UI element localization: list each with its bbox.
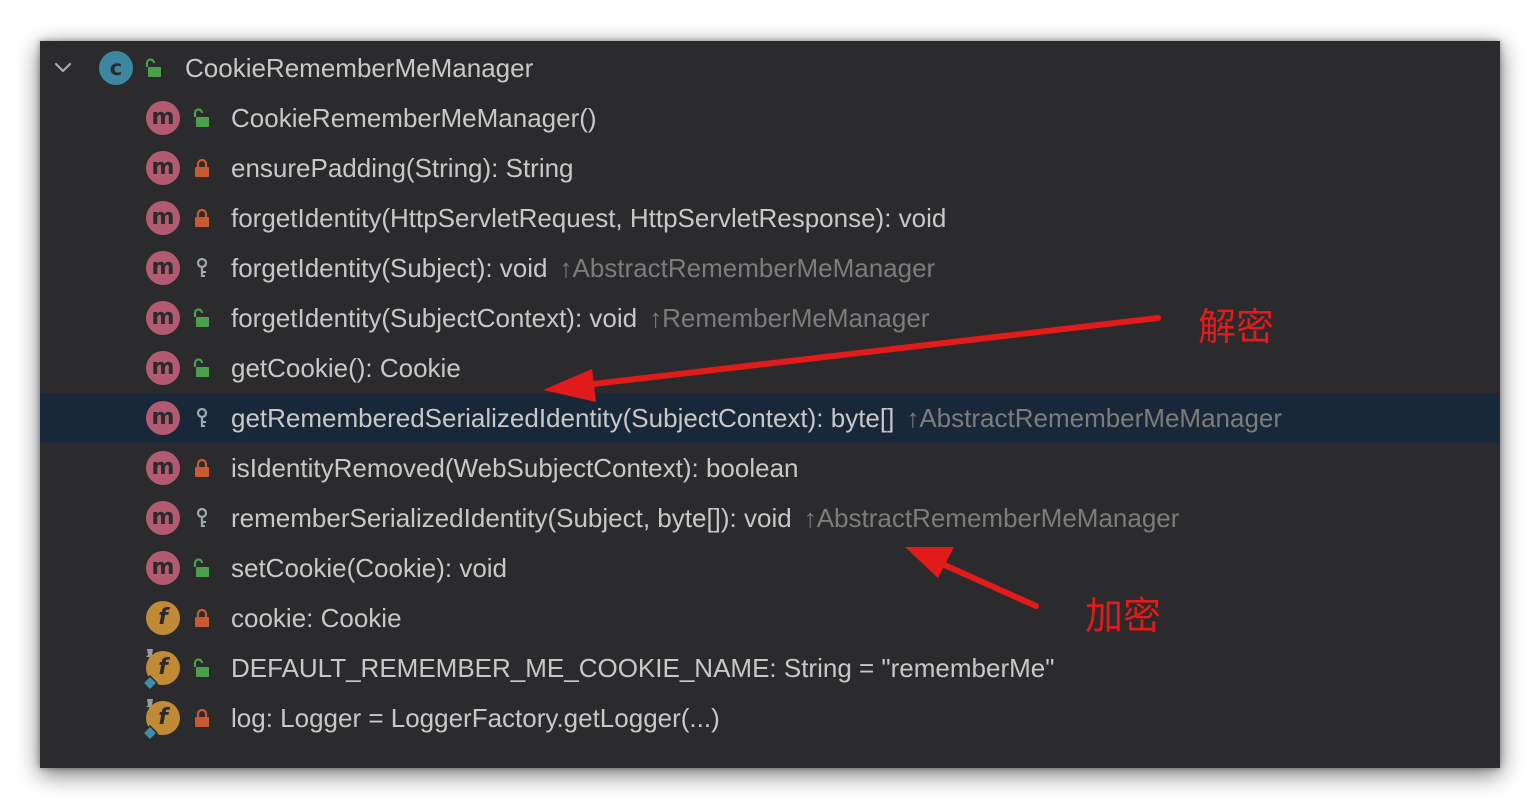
method-icon: m	[146, 201, 180, 235]
static-marker-icon	[142, 675, 158, 691]
inherited-from: ↑AbstractRememberMeManager	[559, 253, 936, 283]
method-signature: isIdentityRemoved(WebSubjectContext): bo…	[231, 443, 799, 493]
locked-padlock-icon	[195, 608, 209, 627]
method-icon: m	[146, 551, 180, 585]
unlocked-padlock-icon	[193, 358, 209, 377]
signature-text: forgetIdentity(SubjectContext): void	[231, 303, 638, 333]
field-signature: log: Logger = LoggerFactory.getLogger(..…	[231, 693, 720, 743]
signature-text: log: Logger = LoggerFactory.getLogger(..…	[231, 703, 720, 733]
locked-padlock-icon	[195, 458, 209, 477]
field-signature: cookie: Cookie	[231, 593, 402, 643]
inherited-from: ↑AbstractRememberMeManager	[803, 503, 1180, 533]
signature-text: ensurePadding(String): String	[231, 153, 574, 183]
structure-panel: c CookieRememberMeManager m CookieRemembe…	[40, 41, 1500, 768]
tree-node-method[interactable]: m getCookie(): Cookie	[40, 343, 1500, 393]
unlocked-padlock-icon	[193, 558, 209, 577]
tree-node-class[interactable]: c CookieRememberMeManager	[40, 43, 1500, 93]
tree-node-method[interactable]: m getRememberedSerializedIdentity(Subject…	[40, 393, 1500, 443]
method-icon: m	[146, 401, 180, 435]
tree-node-method[interactable]: m setCookie(Cookie): void	[40, 543, 1500, 593]
signature-text: isIdentityRemoved(WebSubjectContext): bo…	[231, 453, 799, 483]
class-name: CookieRememberMeManager	[185, 53, 534, 83]
method-signature: getCookie(): Cookie	[231, 343, 461, 393]
tree-node-method[interactable]: m rememberSerializedIdentity(Subject, byt…	[40, 493, 1500, 543]
method-icon: m	[146, 501, 180, 535]
locked-padlock-icon	[195, 158, 209, 177]
chevron-down-icon[interactable]	[52, 57, 74, 79]
tree-node-method[interactable]: m isIdentityRemoved(WebSubjectContext): b…	[40, 443, 1500, 493]
method-signature: forgetIdentity(SubjectContext): void ↑Rem…	[231, 293, 929, 343]
unlocked-padlock-icon	[145, 58, 161, 77]
field-icon: f	[146, 601, 180, 635]
method-signature: getRememberedSerializedIdentity(SubjectC…	[231, 393, 1282, 443]
tree-node-method[interactable]: m forgetIdentity(Subject): void ↑AbstractR…	[40, 243, 1500, 293]
signature-text: getRememberedSerializedIdentity(SubjectC…	[231, 403, 895, 433]
class-icon: c	[99, 51, 133, 85]
tree-node-method[interactable]: m ensurePadding(String): String	[40, 143, 1500, 193]
unlocked-padlock-icon	[193, 108, 209, 127]
locked-padlock-icon	[195, 208, 209, 227]
method-signature: forgetIdentity(Subject): void ↑AbstractRe…	[231, 243, 935, 293]
decrypt-annotation: 解密	[1198, 305, 1275, 349]
signature-text: rememberSerializedIdentity(Subject, byte…	[231, 503, 792, 533]
method-icon: m	[146, 151, 180, 185]
encrypt-annotation: 加密	[1085, 594, 1162, 638]
tree-node-field[interactable]: f log: Logger = LoggerFactory.getLogger(.…	[40, 693, 1500, 743]
static-marker-icon	[142, 725, 158, 741]
signature-text: forgetIdentity(HttpServletRequest, HttpS…	[231, 203, 947, 233]
method-icon: m	[146, 351, 180, 385]
method-signature: setCookie(Cookie): void	[231, 543, 507, 593]
method-signature: rememberSerializedIdentity(Subject, byte…	[231, 493, 1179, 543]
locked-padlock-icon	[195, 708, 209, 727]
signature-text: forgetIdentity(Subject): void	[231, 253, 548, 283]
signature-text: cookie: Cookie	[231, 603, 402, 633]
method-signature: CookieRememberMeManager()	[231, 93, 597, 143]
tree-node-field[interactable]: f DEFAULT_REMEMBER_ME_COOKIE_NAME: String…	[40, 643, 1500, 693]
signature-text: getCookie(): Cookie	[231, 353, 461, 383]
signature-text: setCookie(Cookie): void	[231, 553, 508, 583]
tree-node-method[interactable]: m forgetIdentity(SubjectContext): void ↑Re…	[40, 293, 1500, 343]
signature-text: DEFAULT_REMEMBER_ME_COOKIE_NAME: String …	[231, 653, 1055, 683]
method-icon: m	[146, 301, 180, 335]
tree-node-method[interactable]: m forgetIdentity(HttpServletRequest, Http…	[40, 193, 1500, 243]
unlocked-padlock-icon	[193, 658, 209, 677]
method-icon: m	[146, 251, 180, 285]
inherited-from: ↑RememberMeManager	[649, 303, 930, 333]
inherited-from: ↑AbstractRememberMeManager	[906, 403, 1283, 433]
key-icon	[196, 257, 208, 277]
field-signature: DEFAULT_REMEMBER_ME_COOKIE_NAME: String …	[231, 643, 1054, 693]
key-icon	[196, 407, 208, 427]
signature-text: CookieRememberMeManager()	[231, 103, 597, 133]
tree-node-method[interactable]: m CookieRememberMeManager()	[40, 93, 1500, 143]
method-icon: m	[146, 451, 180, 485]
key-icon	[196, 507, 208, 527]
method-icon: m	[146, 101, 180, 135]
tree-node-field[interactable]: f cookie: Cookie	[40, 593, 1500, 643]
method-signature: forgetIdentity(HttpServletRequest, HttpS…	[231, 193, 946, 243]
unlocked-padlock-icon	[193, 308, 209, 327]
method-signature: ensurePadding(String): String	[231, 143, 574, 193]
